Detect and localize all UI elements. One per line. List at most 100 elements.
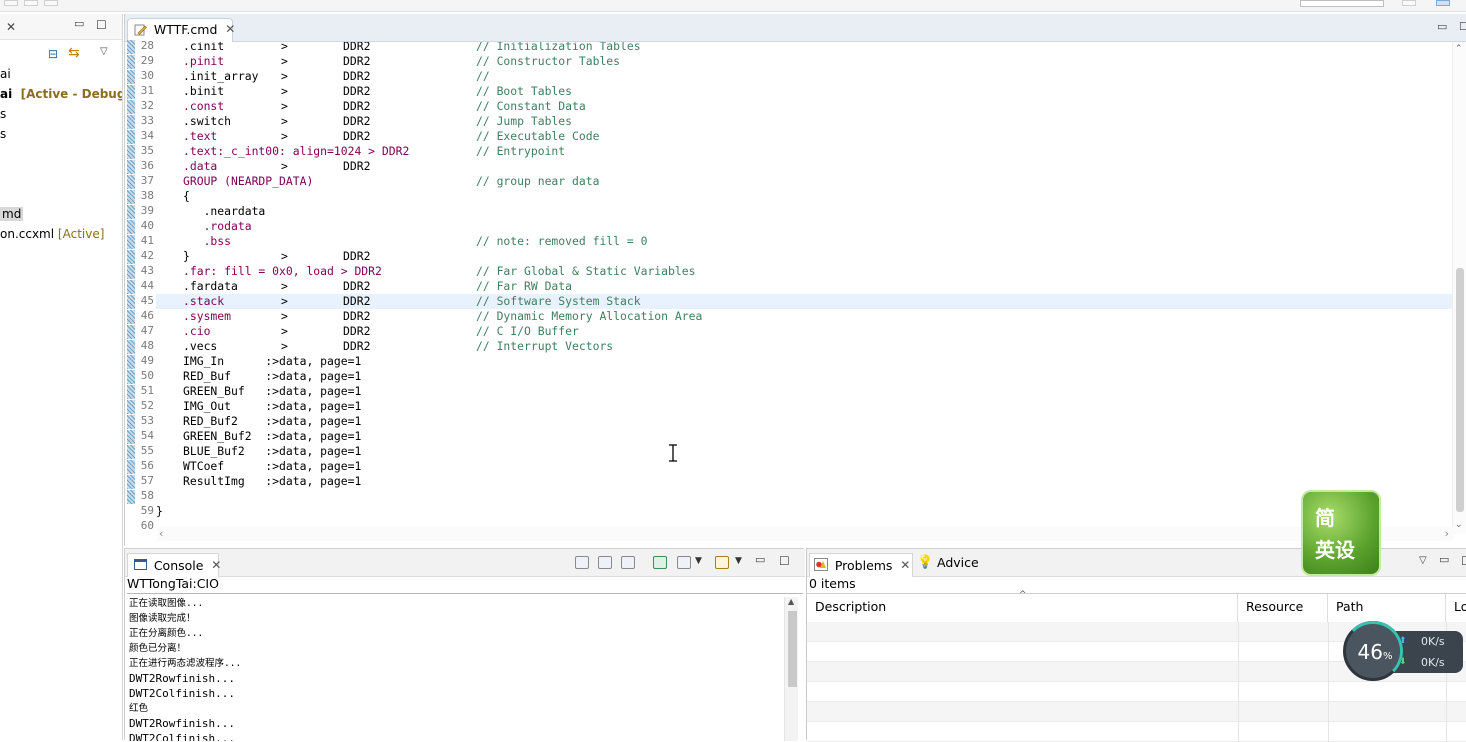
- code-line[interactable]: .const > DDR2 // Constant Data: [156, 99, 1452, 114]
- scrollbar-thumb[interactable]: [1456, 268, 1464, 512]
- scroll-up-icon[interactable]: ⌃: [1455, 44, 1463, 54]
- scroll-up-icon[interactable]: ▲: [788, 597, 794, 606]
- code-line[interactable]: .pinit > DDR2 // Constructor Tables: [156, 54, 1452, 69]
- console-vertical-scrollbar[interactable]: ▲: [784, 597, 798, 741]
- chevron-down-icon[interactable]: ▼: [695, 556, 702, 566]
- code-line[interactable]: .stack > DDR2 // Software System Stack: [156, 294, 1452, 309]
- line-number: 58: [140, 489, 154, 502]
- clear-console-icon[interactable]: [575, 556, 589, 569]
- scroll-down-icon[interactable]: ⌄: [1455, 520, 1463, 530]
- word-wrap-icon[interactable]: [621, 556, 635, 569]
- collapse-all-icon[interactable]: ⊟: [48, 47, 58, 61]
- code-line[interactable]: GREEN_Buf2 :>data, page=1: [156, 429, 1452, 444]
- code-line[interactable]: .neardata: [156, 204, 1452, 219]
- problems-tab[interactable]: Problems ✕: [809, 553, 913, 577]
- close-tab-icon[interactable]: ✕: [900, 558, 910, 572]
- minimize-icon[interactable]: ▭: [1439, 553, 1449, 566]
- code-line[interactable]: WTCoef :>data, page=1: [156, 459, 1452, 474]
- code-line[interactable]: {: [156, 189, 1452, 204]
- chevron-down-icon[interactable]: ▼: [735, 556, 742, 566]
- console-line: 颜色已分离！: [129, 643, 187, 654]
- maximize-icon[interactable]: ☐: [96, 18, 107, 32]
- toolbar-button[interactable]: [44, 0, 58, 6]
- floating-logo-widget[interactable]: 简 英设: [1301, 490, 1381, 576]
- quick-access-field[interactable]: [1300, 0, 1384, 7]
- tree-item-project[interactable]: ai: [0, 65, 11, 83]
- link-with-editor-icon[interactable]: ⇆: [68, 45, 80, 61]
- scroll-lock-icon[interactable]: [598, 556, 612, 569]
- line-number: 46: [140, 309, 154, 322]
- perspective-button[interactable]: [1436, 0, 1450, 6]
- display-selected-console-icon[interactable]: [677, 556, 691, 569]
- view-menu-icon[interactable]: ▽: [1419, 555, 1427, 566]
- code-line[interactable]: .far: fill = 0x0, load > DDR2 // Far Glob…: [156, 264, 1452, 279]
- lightbulb-icon: 💡: [917, 555, 934, 570]
- open-console-icon[interactable]: [715, 556, 729, 569]
- console-output[interactable]: 正在读取图像... 图像读取完成！ 正在分离颜色... 颜色已分离！ 正在进行两态滤波程…: [129, 596, 785, 741]
- code-line[interactable]: .data > DDR2: [156, 159, 1452, 174]
- ruler-change-marker: [127, 145, 135, 159]
- minimize-icon[interactable]: ▭: [74, 17, 84, 30]
- code-line[interactable]: GROUP (NEARDP_DATA) // group near data: [156, 174, 1452, 189]
- tree-item-active-project[interactable]: ai [Active - Debug]: [0, 85, 123, 103]
- code-line[interactable]: .init_array > DDR2 //: [156, 69, 1452, 84]
- active-debug-badge: [Active - Debug]: [20, 87, 123, 101]
- line-number: 54: [140, 429, 154, 442]
- code-line[interactable]: ResultImg :>data, page=1: [156, 474, 1452, 489]
- code-line[interactable]: RED_Buf :>data, page=1: [156, 369, 1452, 384]
- code-line[interactable]: IMG_In :>data, page=1: [156, 354, 1452, 369]
- view-menu-icon[interactable]: ▽: [100, 46, 108, 57]
- code-line[interactable]: .switch > DDR2 // Jump Tables: [156, 114, 1452, 129]
- scrollbar-thumb[interactable]: [788, 611, 797, 687]
- editor-vertical-scrollbar[interactable]: ⌃ ⌄: [1452, 42, 1466, 534]
- minimize-icon[interactable]: ▭: [1437, 20, 1447, 33]
- toolbar-button[interactable]: [1402, 0, 1416, 6]
- scroll-right-icon[interactable]: ›: [1445, 527, 1449, 540]
- tree-item-cmd-file[interactable]: md: [0, 205, 24, 223]
- maximize-icon[interactable]: ☐: [1459, 20, 1466, 33]
- code-line[interactable]: BLUE_Buf2 :>data, page=1: [156, 444, 1452, 459]
- close-tab-icon[interactable]: ✕: [211, 558, 221, 572]
- editor-horizontal-scrollbar[interactable]: ‹ ›: [157, 527, 1453, 541]
- toolbar-button[interactable]: [4, 0, 18, 6]
- code-line[interactable]: .cio > DDR2 // C I/O Buffer: [156, 324, 1452, 339]
- pin-console-icon[interactable]: [653, 556, 667, 569]
- line-number: 36: [140, 159, 154, 172]
- tree-item-ccxml-file[interactable]: on.ccxml [Active]: [0, 225, 104, 243]
- network-speed-widget[interactable]: ⬆ 0K/s ⬇ 0K/s 46%: [1343, 621, 1463, 681]
- console-tab[interactable]: Console ✕: [127, 553, 221, 577]
- code-line[interactable]: .vecs > DDR2 // Interrupt Vectors: [156, 339, 1452, 354]
- code-line[interactable]: .text:_c_int00: align=1024 > DDR2 // Entr…: [156, 144, 1452, 159]
- column-header-path[interactable]: Path: [1328, 594, 1446, 622]
- advice-tab[interactable]: 💡 Advice: [917, 555, 979, 570]
- code-line[interactable]: } > DDR2: [156, 249, 1452, 264]
- code-line[interactable]: .fardata > DDR2 // Far RW Data: [156, 279, 1452, 294]
- code-line[interactable]: [156, 489, 1452, 504]
- maximize-icon[interactable]: ☐: [1461, 554, 1466, 568]
- code-line[interactable]: GREEN_Buf :>data, page=1: [156, 384, 1452, 399]
- code-line[interactable]: .text > DDR2 // Executable Code: [156, 129, 1452, 144]
- code-line[interactable]: .binit > DDR2 // Boot Tables: [156, 84, 1452, 99]
- tree-item[interactable]: s: [0, 105, 6, 123]
- column-header-location[interactable]: Lo: [1446, 594, 1466, 622]
- maximize-icon[interactable]: ☐: [779, 554, 790, 568]
- code-line[interactable]: }: [156, 504, 1452, 519]
- scroll-left-icon[interactable]: ‹: [159, 527, 163, 540]
- console-line: 正在读取图像...: [129, 598, 204, 609]
- toolbar-button[interactable]: [24, 0, 38, 6]
- close-tab-icon[interactable]: ✕: [225, 22, 235, 36]
- code-line[interactable]: IMG_Out :>data, page=1: [156, 399, 1452, 414]
- code-line[interactable]: .cinit > DDR2 // Initialization Tables: [156, 42, 1452, 54]
- column-header-resource[interactable]: Resource: [1238, 594, 1328, 622]
- code-line[interactable]: .sysmem > DDR2 // Dynamic Memory Allocation…: [156, 309, 1452, 324]
- close-icon[interactable]: ✕: [6, 20, 16, 34]
- tree-item[interactable]: s: [0, 125, 6, 143]
- code-line[interactable]: .rodata: [156, 219, 1452, 234]
- table-row: [807, 682, 1466, 702]
- code-comment: // Far Global & Static Variables: [476, 264, 696, 278]
- code-line[interactable]: RED_Buf2 :>data, page=1: [156, 414, 1452, 429]
- minimize-icon[interactable]: ▭: [755, 553, 765, 566]
- code-line[interactable]: .bss // note: removed fill = 0: [156, 234, 1452, 249]
- code-text-area[interactable]: .cinit > DDR2// Initialization Tables .pini…: [156, 42, 1452, 532]
- console-line: 红色: [129, 703, 149, 714]
